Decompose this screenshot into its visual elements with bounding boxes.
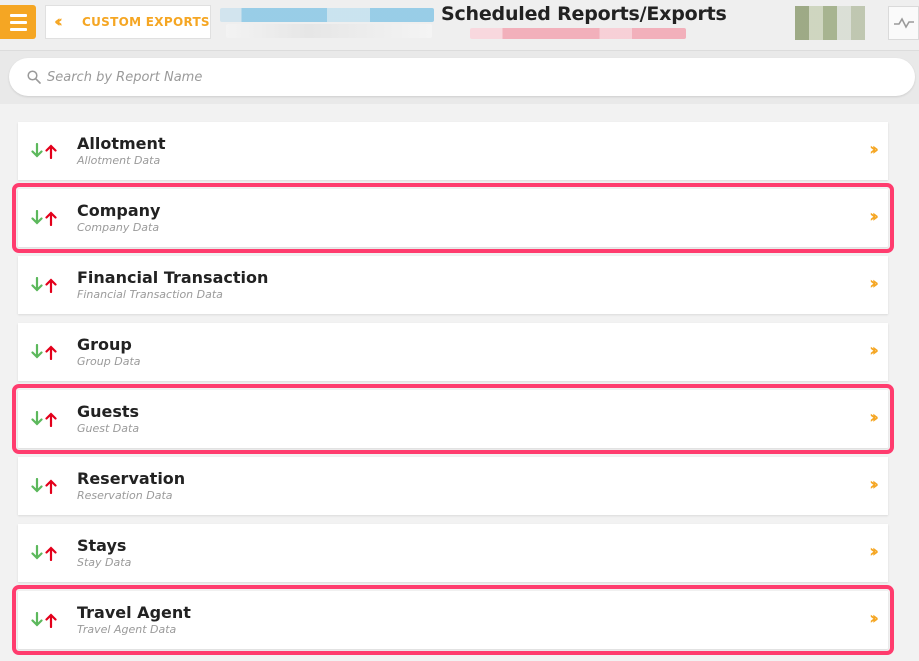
top-bar: ‹‹ CUSTOM EXPORTS Scheduled Reports/Expo… xyxy=(0,0,919,51)
sort-arrows-icon xyxy=(31,411,57,427)
search-icon xyxy=(27,70,41,84)
report-subtitle: Stay Data xyxy=(77,556,132,569)
avatar[interactable] xyxy=(795,6,865,40)
sort-arrows-icon xyxy=(31,277,57,293)
activity-button[interactable] xyxy=(888,6,919,40)
sort-arrows-icon xyxy=(31,612,57,628)
report-row-company[interactable]: Company Company Data ›› xyxy=(12,183,894,253)
report-subtitle: Reservation Data xyxy=(77,489,173,502)
sort-arrows-icon xyxy=(31,210,57,226)
redacted-property-name xyxy=(220,8,434,22)
report-title: Financial Transaction xyxy=(77,268,269,287)
double-chevron-right-icon: ›› xyxy=(869,340,879,361)
report-title: Guests xyxy=(77,402,140,421)
pulse-icon xyxy=(893,17,914,29)
report-title: Stays xyxy=(77,536,127,555)
report-subtitle: Allotment Data xyxy=(77,154,161,167)
back-button-label: CUSTOM EXPORTS xyxy=(82,15,210,29)
report-subtitle: Group Data xyxy=(77,355,141,368)
report-title: Allotment xyxy=(77,134,166,153)
sort-arrows-icon xyxy=(31,478,57,494)
sort-arrows-icon xyxy=(31,344,57,360)
double-chevron-right-icon: ›› xyxy=(869,206,879,227)
redacted-subtitle xyxy=(470,28,686,39)
double-chevron-right-icon: ›› xyxy=(869,541,879,562)
report-row-travel-agent[interactable]: Travel Agent Travel Agent Data ›› xyxy=(12,585,894,655)
double-chevron-right-icon: ›› xyxy=(869,407,879,428)
report-subtitle: Financial Transaction Data xyxy=(77,288,223,301)
double-chevron-right-icon: ›› xyxy=(869,139,879,160)
page-title: Scheduled Reports/Exports xyxy=(441,3,727,25)
report-row-reservation[interactable]: Reservation Reservation Data ›› xyxy=(18,457,888,515)
double-chevron-right-icon: ›› xyxy=(869,608,879,629)
double-chevron-right-icon: ›› xyxy=(869,474,879,495)
report-subtitle: Travel Agent Data xyxy=(77,623,177,636)
report-subtitle: Company Data xyxy=(77,221,160,234)
report-subtitle: Guest Data xyxy=(77,422,140,435)
report-title: Company xyxy=(77,201,161,220)
double-chevron-right-icon: ›› xyxy=(869,273,879,294)
report-row-stays[interactable]: Stays Stay Data ›› xyxy=(18,524,888,582)
report-title: Reservation xyxy=(77,469,186,488)
report-title: Group xyxy=(77,335,132,354)
double-chevron-left-icon: ‹‹ xyxy=(54,12,63,32)
custom-exports-back-button[interactable]: ‹‹ CUSTOM EXPORTS xyxy=(45,5,211,39)
report-row-group[interactable]: Group Group Data ›› xyxy=(18,323,888,381)
report-list: Allotment Allotment Data ›› Company Comp… xyxy=(0,104,919,661)
report-title: Travel Agent xyxy=(77,603,191,622)
report-row-guests[interactable]: Guests Guest Data ›› xyxy=(12,384,894,454)
menu-button[interactable] xyxy=(0,5,36,39)
search-bar[interactable] xyxy=(9,58,915,96)
sort-arrows-icon xyxy=(31,545,57,561)
report-row-financial-transaction[interactable]: Financial Transaction Financial Transact… xyxy=(18,256,888,314)
hamburger-menu-icon xyxy=(9,13,27,17)
sort-arrows-icon xyxy=(31,143,57,159)
report-row-allotment[interactable]: Allotment Allotment Data ›› xyxy=(18,122,888,180)
search-input[interactable] xyxy=(45,68,869,86)
